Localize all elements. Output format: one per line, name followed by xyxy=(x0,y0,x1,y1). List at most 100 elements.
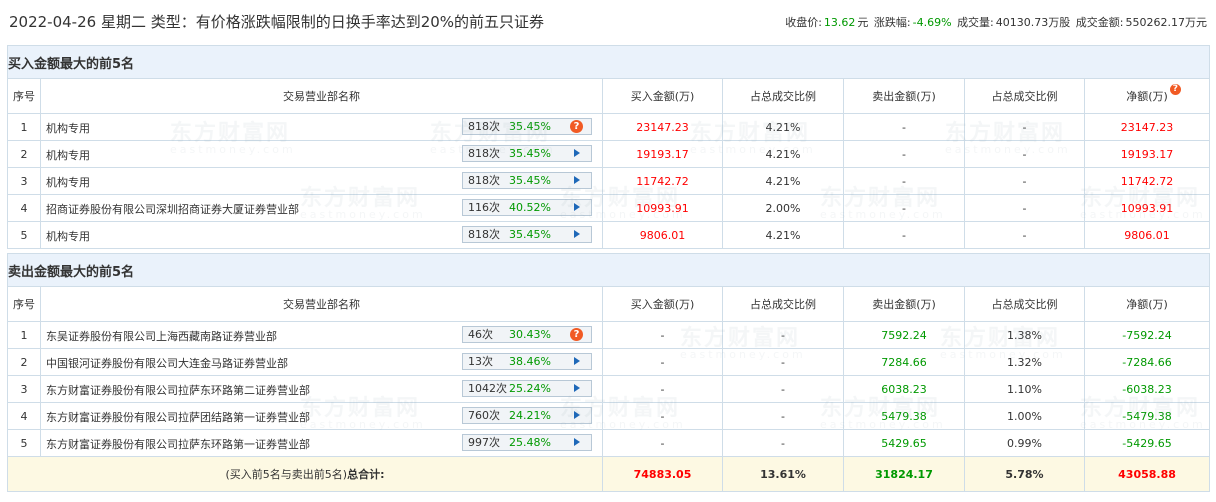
net-amount: 19193.17 xyxy=(1083,140,1211,168)
row-index: 2 xyxy=(7,140,41,168)
question-icon[interactable]: ? xyxy=(570,120,583,133)
play-icon[interactable] xyxy=(570,147,583,160)
net-amount: -5429.65 xyxy=(1083,429,1211,457)
dept-name-link[interactable]: 机构专用 xyxy=(46,147,90,163)
dept-stats-badge[interactable]: 13次 38.46% xyxy=(462,353,592,370)
dept-stats-badge[interactable]: 818次 35.45%? xyxy=(462,118,592,135)
table-row: 1 机构专用 818次 35.45%? 23147.23 4.21% - -23147.23 xyxy=(7,113,1211,141)
sell-section-header: 卖出金额最大的前5名 xyxy=(6,253,1211,287)
win-rate: 35.45% xyxy=(509,120,551,133)
trade-times: 13次 xyxy=(468,355,493,368)
dept-name-link[interactable]: 中国银河证券股份有限公司大连金马路证券营业部 xyxy=(46,355,288,371)
row-index: 3 xyxy=(7,375,41,403)
play-icon[interactable] xyxy=(570,228,583,241)
buy-amount: - xyxy=(602,375,723,403)
buy-amount: - xyxy=(602,402,723,430)
table-row: 1 东吴证券股份有限公司上海西藏南路证券营业部 46次 30.43%? - -7592.2… xyxy=(7,321,1211,349)
question-icon[interactable]: ? xyxy=(1169,84,1181,95)
net-amount: 9806.01 xyxy=(1083,221,1211,249)
win-rate: 24.21% xyxy=(509,409,551,422)
buy-amount: - xyxy=(602,321,723,349)
trade-times: 818次 xyxy=(468,120,500,133)
win-rate: 35.45% xyxy=(509,147,551,160)
buy-top5-table: 买入金额最大的前5名 序号 交易营业部名称 买入金额(万) 占总成交比例 卖出金… xyxy=(6,45,1211,249)
sell-amount: - xyxy=(843,167,965,195)
play-icon[interactable] xyxy=(570,409,583,422)
total-label-bold: 总合计: xyxy=(347,468,385,481)
col-sell-pct: 占总成交比例 xyxy=(964,286,1085,322)
win-rate: 25.48% xyxy=(509,436,551,449)
dept-cell: 东吴证券股份有限公司上海西藏南路证券营业部 46次 30.43%? xyxy=(40,321,603,349)
win-rate: 40.52% xyxy=(509,201,551,214)
net-amount: -6038.23 xyxy=(1083,375,1211,403)
total-buy-pct: 13.61% xyxy=(722,456,844,492)
table-row: 4 招商证券股份有限公司深圳招商证券大厦证券营业部 116次 40.52% 10993.… xyxy=(7,194,1211,222)
dept-stats-badge[interactable]: 760次 24.21% xyxy=(462,407,592,424)
row-index: 1 xyxy=(7,113,41,141)
sell-amount: - xyxy=(843,140,965,168)
col-index: 序号 xyxy=(7,286,41,322)
play-icon[interactable] xyxy=(570,174,583,187)
buy-pct: - xyxy=(722,402,844,430)
dept-stats-badge[interactable]: 46次 30.43%? xyxy=(462,326,592,343)
col-sell: 卖出金额(万) xyxy=(843,286,965,322)
net-amount: 10993.91 xyxy=(1083,194,1211,222)
dept-name-link[interactable]: 东吴证券股份有限公司上海西藏南路证券营业部 xyxy=(46,328,277,344)
dept-name-link[interactable]: 招商证券股份有限公司深圳招商证券大厦证券营业部 xyxy=(46,201,299,217)
buy-column-headers: 序号 交易营业部名称 买入金额(万) 占总成交比例 卖出金额(万) 占总成交比例… xyxy=(7,78,1211,114)
buy-pct: - xyxy=(722,375,844,403)
question-icon[interactable]: ? xyxy=(570,328,583,341)
change-value: -4.69% xyxy=(912,16,952,29)
dept-name-link[interactable]: 东方财富证券股份有限公司拉萨东环路第一证券营业部 xyxy=(46,436,310,452)
sell-amount: - xyxy=(843,194,965,222)
sell-pct: 1.10% xyxy=(964,375,1085,403)
col-buy: 买入金额(万) xyxy=(602,78,723,114)
dept-name-link[interactable]: 机构专用 xyxy=(46,228,90,244)
row-index: 4 xyxy=(7,402,41,430)
play-icon[interactable] xyxy=(570,382,583,395)
total-label: (买入前5名与卖出前5名)总合计: xyxy=(7,456,603,492)
net-amount: -7284.66 xyxy=(1083,348,1211,376)
dept-cell: 招商证券股份有限公司深圳招商证券大厦证券营业部 116次 40.52% xyxy=(40,194,603,222)
net-amount: -5479.38 xyxy=(1083,402,1211,430)
page-title: 2022-04-26 星期二 类型：有价格涨跌幅限制的日换手率达到20%的前五只… xyxy=(9,13,545,31)
row-index: 2 xyxy=(7,348,41,376)
dept-stats-badge[interactable]: 997次 25.48% xyxy=(462,434,592,451)
col-sell: 卖出金额(万) xyxy=(843,78,965,114)
dept-cell: 中国银河证券股份有限公司大连金马路证券营业部 13次 38.46% xyxy=(40,348,603,376)
dept-name-link[interactable]: 机构专用 xyxy=(46,120,90,136)
dept-cell: 机构专用 818次 35.45% xyxy=(40,221,603,249)
sell-amount: 6038.23 xyxy=(843,375,965,403)
table-row: 3 东方财富证券股份有限公司拉萨东环路第二证券营业部 1042次 25.24% - -60… xyxy=(7,375,1211,403)
total-buy: 74883.05 xyxy=(602,456,723,492)
total-row: (买入前5名与卖出前5名)总合计: 74883.05 13.61% 31824.… xyxy=(7,456,1211,492)
total-sell: 31824.17 xyxy=(843,456,965,492)
buy-pct: - xyxy=(722,429,844,457)
dept-stats-badge[interactable]: 818次 35.45% xyxy=(462,145,592,162)
dept-stats-badge[interactable]: 818次 35.45% xyxy=(462,226,592,243)
dept-stats-badge[interactable]: 818次 35.45% xyxy=(462,172,592,189)
sell-section-title: 卖出金额最大的前5名 xyxy=(6,253,1211,287)
dept-stats-badge[interactable]: 116次 40.52% xyxy=(462,199,592,216)
sell-pct: 1.32% xyxy=(964,348,1085,376)
dept-stats-badge[interactable]: 1042次 25.24% xyxy=(462,380,592,397)
buy-pct: 4.21% xyxy=(722,140,844,168)
sell-amount: 5429.65 xyxy=(843,429,965,457)
dept-name-link[interactable]: 东方财富证券股份有限公司拉萨团结路第一证券营业部 xyxy=(46,409,310,425)
play-icon[interactable] xyxy=(570,436,583,449)
sell-rows: 1 东吴证券股份有限公司上海西藏南路证券营业部 46次 30.43%? - -7592.2… xyxy=(7,321,1211,457)
win-rate: 35.45% xyxy=(509,228,551,241)
win-rate: 30.43% xyxy=(509,328,551,341)
dept-name-link[interactable]: 机构专用 xyxy=(46,174,90,190)
buy-amount: 10993.91 xyxy=(602,194,723,222)
win-rate: 38.46% xyxy=(509,355,551,368)
row-index: 1 xyxy=(7,321,41,349)
amount-label: 成交金额: xyxy=(1075,16,1124,29)
close-price-unit: 元 xyxy=(857,16,869,29)
dept-name-link[interactable]: 东方财富证券股份有限公司拉萨东环路第二证券营业部 xyxy=(46,382,310,398)
sell-pct: - xyxy=(964,221,1085,249)
row-index: 3 xyxy=(7,167,41,195)
play-icon[interactable] xyxy=(570,355,583,368)
play-icon[interactable] xyxy=(570,201,583,214)
table-row: 5 机构专用 818次 35.45% 9806.01 4.21% - -9806.01 xyxy=(7,221,1211,249)
